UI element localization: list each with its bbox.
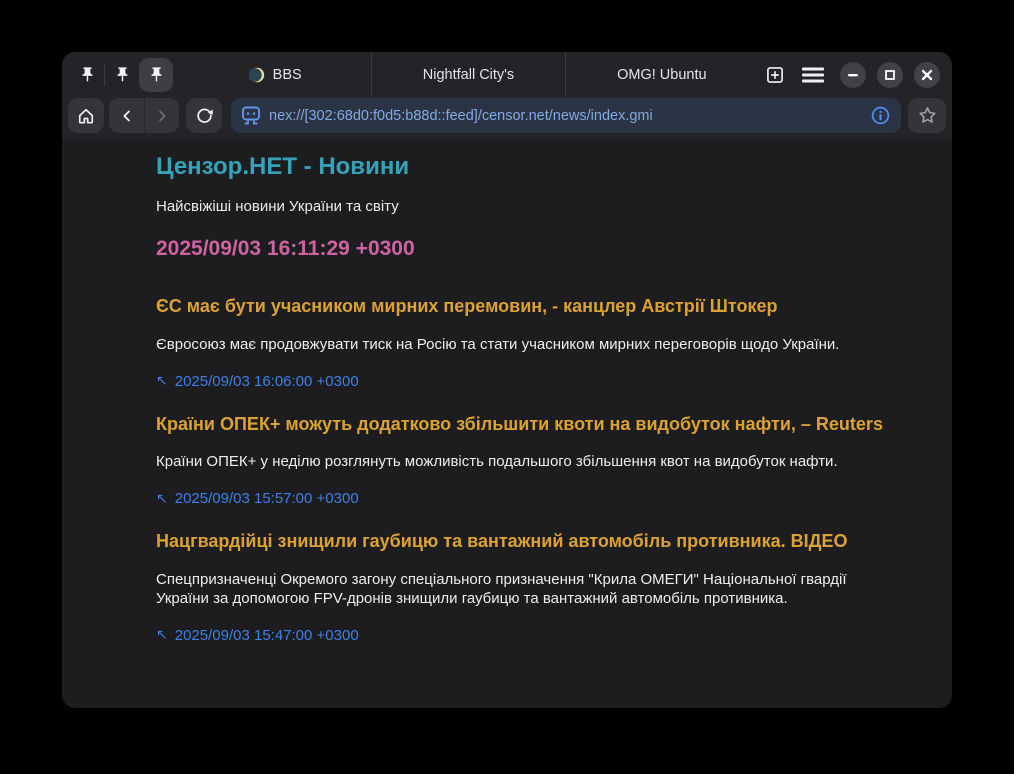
page-title: Цензор.НЕТ - Новини: [156, 153, 912, 181]
page-subtitle: Найсвіжіші новини України та світу: [156, 198, 912, 215]
close-button[interactable]: [914, 62, 940, 88]
chevron-right-icon: [153, 107, 171, 125]
minimize-icon: [847, 69, 859, 81]
new-tab-button[interactable]: [760, 60, 790, 90]
article-body: Країни ОПЕК+ у неділю розглянуть можливі…: [156, 452, 856, 471]
tab-bbs[interactable]: BBS: [179, 52, 371, 97]
article-heading: Країни ОПЕК+ можуть додатково збільшити …: [156, 414, 912, 436]
feed-timestamp-heading: 2025/09/03 16:11:29 +0300: [156, 237, 912, 261]
tab-label: OMG! Ubuntu: [617, 67, 706, 83]
star-icon: [917, 105, 938, 126]
browser-window: BBS Nightfall City's OMG! Ubuntu: [62, 52, 952, 708]
pushpin-icon: [148, 66, 165, 83]
pinned-tab-1[interactable]: [70, 58, 104, 92]
navigation-bar: nex://[302:68d0:f0d5:b88d::feed]/censor.…: [62, 97, 952, 140]
maximize-icon: [884, 69, 896, 81]
pushpin-icon: [114, 66, 131, 83]
article-heading: Нацгвардійці знищили гаубицю та вантажни…: [156, 531, 912, 553]
tab-bar: BBS Nightfall City's OMG! Ubuntu: [62, 52, 952, 97]
timestamp-link-label: 2025/09/03 16:06:00 +0300: [175, 373, 359, 390]
forward-button[interactable]: [144, 98, 179, 133]
article-heading: ЄС має бути учасником мирних перемовин, …: [156, 296, 912, 318]
bookmark-button[interactable]: [908, 98, 946, 133]
article-body: Спецпризначенці Окремого загону спеціаль…: [156, 570, 856, 608]
news-article: ЄС має бути учасником мирних перемовин, …: [156, 296, 912, 390]
northwest-arrow-icon: ↖: [156, 373, 168, 389]
chevron-left-icon: [118, 107, 136, 125]
tab-label: Nightfall City's: [423, 67, 514, 83]
reload-icon: [195, 106, 214, 125]
info-icon[interactable]: [870, 105, 891, 126]
pinned-tab-2[interactable]: [105, 58, 139, 92]
article-timestamp-link[interactable]: ↖ 2025/09/03 15:57:00 +0300: [156, 490, 359, 507]
menu-button[interactable]: [796, 60, 830, 90]
history-nav-group: [109, 98, 179, 133]
tab-label: BBS: [273, 67, 302, 83]
tab-omg-ubuntu[interactable]: OMG! Ubuntu: [565, 52, 758, 97]
article-timestamp-link[interactable]: ↖ 2025/09/03 16:06:00 +0300: [156, 373, 359, 390]
terminal-icon: [241, 106, 261, 126]
home-icon: [76, 106, 96, 126]
plus-square-icon: [765, 65, 785, 85]
article-body: Євросоюз має продовжувати тиск на Росію …: [156, 335, 856, 354]
timestamp-link-label: 2025/09/03 15:47:00 +0300: [175, 627, 359, 644]
hamburger-icon: [802, 66, 824, 84]
url-bar[interactable]: nex://[302:68d0:f0d5:b88d::feed]/censor.…: [231, 98, 901, 133]
window-controls: [840, 62, 940, 88]
minimize-button[interactable]: [840, 62, 866, 88]
moon-icon: [249, 67, 265, 83]
close-icon: [921, 69, 933, 81]
window-chrome: BBS Nightfall City's OMG! Ubuntu: [62, 52, 952, 140]
pinned-tab-3-active[interactable]: [139, 58, 173, 92]
northwest-arrow-icon: ↖: [156, 627, 168, 643]
reload-button[interactable]: [186, 98, 222, 133]
news-article: Країни ОПЕК+ можуть додатково збільшити …: [156, 414, 912, 508]
url-text: nex://[302:68d0:f0d5:b88d::feed]/censor.…: [269, 108, 862, 124]
northwest-arrow-icon: ↖: [156, 491, 168, 507]
maximize-button[interactable]: [877, 62, 903, 88]
tab-nightfall-citys[interactable]: Nightfall City's: [371, 52, 564, 97]
pushpin-icon: [79, 66, 96, 83]
article-timestamp-link[interactable]: ↖ 2025/09/03 15:47:00 +0300: [156, 627, 359, 644]
tab-strip: BBS Nightfall City's OMG! Ubuntu: [179, 52, 758, 97]
back-button[interactable]: [109, 98, 144, 133]
news-article: Нацгвардійці знищили гаубицю та вантажни…: [156, 531, 912, 644]
timestamp-link-label: 2025/09/03 15:57:00 +0300: [175, 490, 359, 507]
home-button[interactable]: [68, 98, 104, 133]
page-content: Цензор.НЕТ - Новини Найсвіжіші новини Ук…: [62, 140, 952, 644]
